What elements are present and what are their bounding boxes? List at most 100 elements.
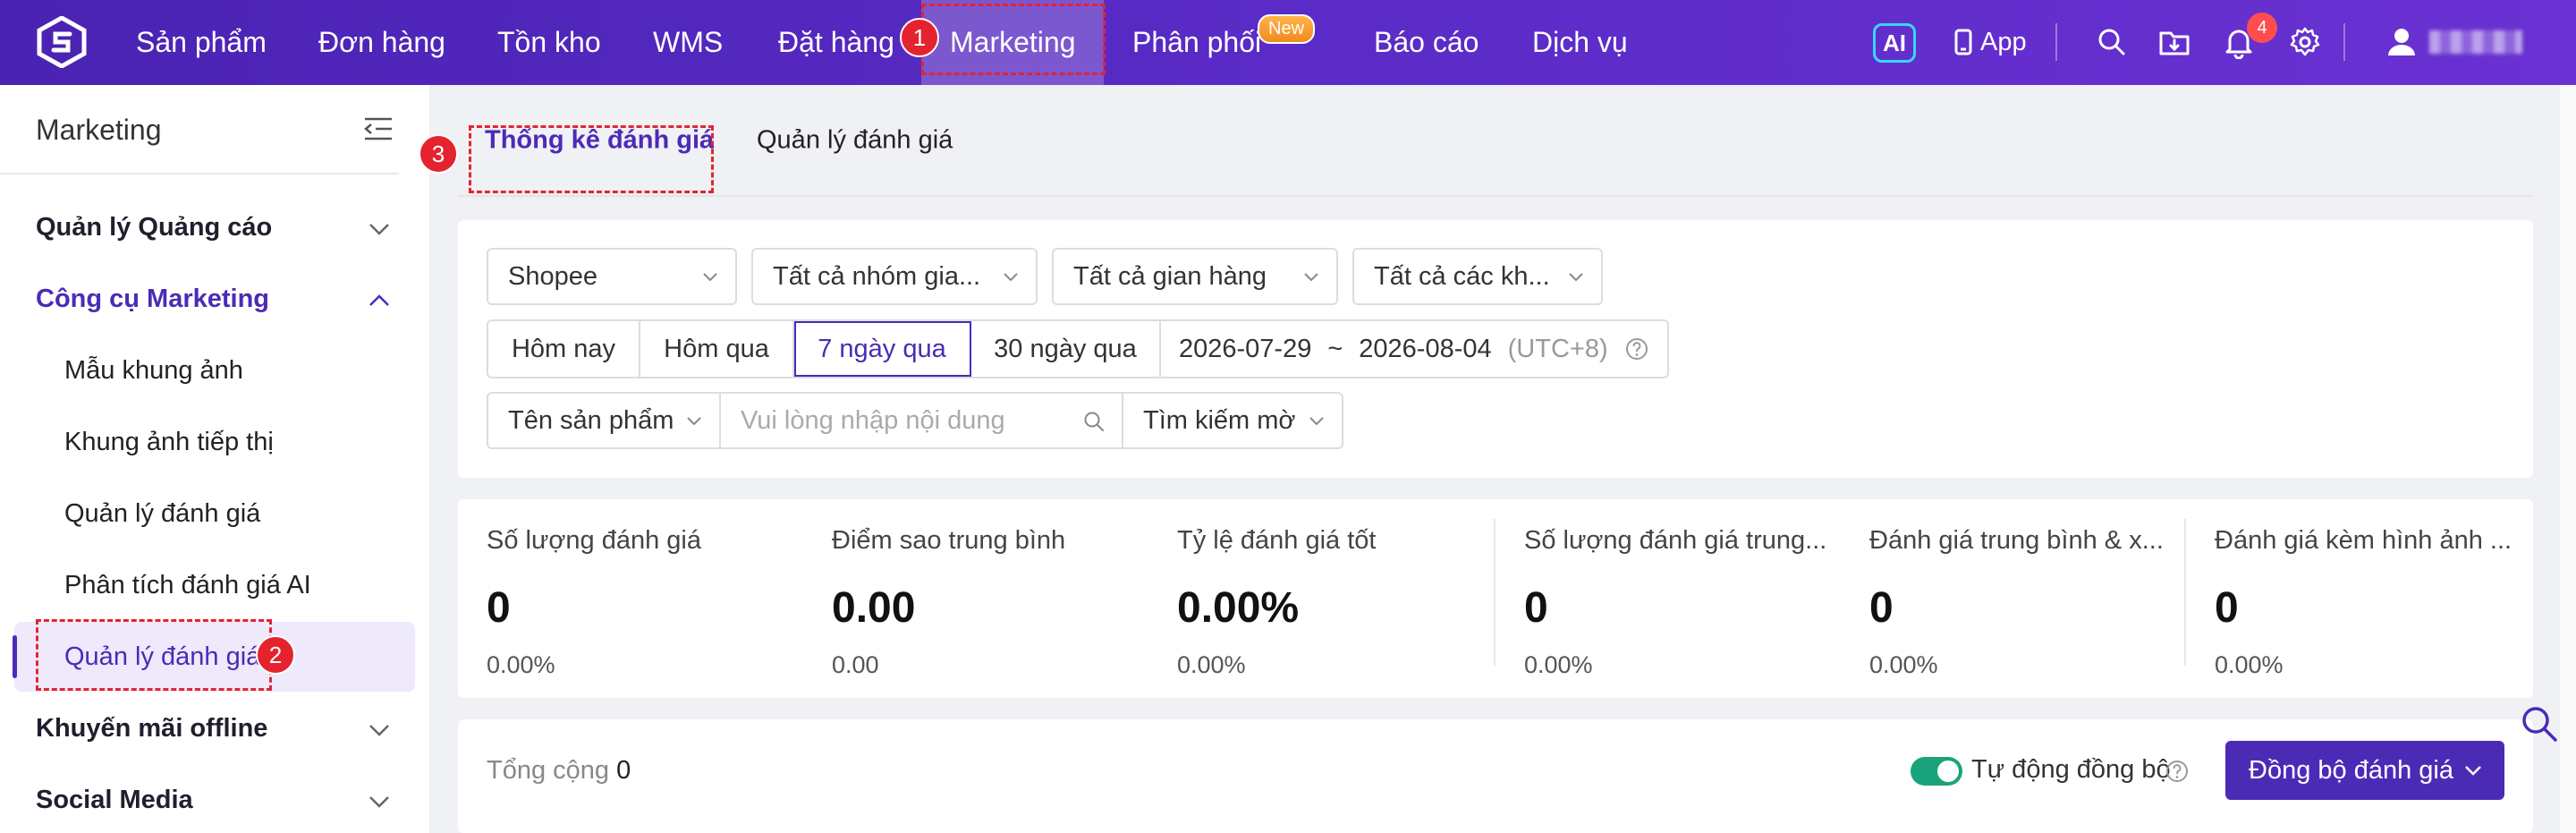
search-icon[interactable] [1082, 410, 1106, 433]
sidebar-item-mau-khung-anh[interactable]: Mẫu khung ảnh [64, 356, 243, 386]
platform-select[interactable]: Shopee [487, 248, 737, 305]
help-circle-icon[interactable] [1624, 336, 1649, 361]
brand-logo-icon[interactable] [36, 16, 88, 68]
mobile-app-icon[interactable] [1946, 25, 1980, 59]
stat-label-avg-stars: Điểm sao trung bình [832, 526, 1066, 555]
total-label: Tổng cộng [487, 756, 610, 785]
user-avatar-icon[interactable] [2385, 25, 2419, 59]
customer-select-value: Tất cả các kh... [1374, 261, 1550, 291]
period-7-days-button[interactable]: 7 ngày qua [794, 321, 971, 377]
search-field-select[interactable]: Tên sản phẩm [487, 392, 721, 449]
stat-label-avg-bad: Đánh giá trung bình & x... [1869, 526, 2164, 555]
divider [2184, 519, 2186, 666]
stat-value-good-rate: 0.00% [1177, 584, 1300, 632]
stat-pct-avg-stars: 0.00 [832, 651, 879, 678]
chevron-down-icon[interactable] [367, 794, 392, 810]
annotation-number-1: 1 [900, 18, 939, 57]
ai-assistant-button[interactable]: AI [1873, 23, 1916, 63]
sidebar-item-phan-tich-danh-gia-ai[interactable]: Phân tích đánh giá AI [64, 571, 311, 600]
annotation-box-1 [921, 4, 1106, 75]
chevron-down-icon [687, 417, 701, 426]
sidebar-group-quang-cao[interactable]: Quản lý Quảng cáo [36, 213, 272, 242]
page-scrollbar[interactable] [2560, 85, 2576, 833]
stat-pct-neutral-count: 0.00% [1524, 651, 1593, 678]
stat-label-with-images: Đánh giá kèm hình ảnh ... [2215, 526, 2512, 555]
app-link[interactable]: App [1980, 0, 2027, 85]
tab-quan-ly-danh-gia[interactable]: Quản lý đánh giá [757, 126, 953, 156]
gear-icon[interactable] [2288, 25, 2322, 59]
folder-download-icon[interactable] [2157, 25, 2191, 59]
sidebar-header: Marketing [0, 85, 429, 174]
nav-item-dich-vu[interactable]: Dịch vụ [1532, 0, 1628, 85]
stat-value-avg-stars: 0.00 [832, 584, 916, 632]
date-end: 2026-08-04 [1359, 334, 1492, 363]
period-yesterday-button[interactable]: Hôm qua [640, 321, 794, 377]
search-mode-select[interactable]: Tìm kiếm mờ [1122, 392, 1343, 449]
chevron-down-icon [1309, 417, 1324, 426]
platform-select-value: Shopee [508, 261, 597, 291]
collapse-sidebar-icon[interactable] [363, 115, 394, 142]
stat-label-neutral-count: Số lượng đánh giá trung... [1524, 526, 1827, 555]
sidebar-group-social-media[interactable]: Social Media [36, 786, 193, 815]
search-input-placeholder: Vui lòng nhập nội dung [741, 405, 1005, 435]
nav-item-don-hang[interactable]: Đơn hàng [318, 0, 445, 85]
review-list-panel [458, 719, 2533, 833]
sync-reviews-button[interactable]: Đồng bộ đánh giá [2225, 741, 2504, 800]
product-group-select-value: Tất cả nhóm gia... [773, 261, 981, 291]
period-30-days-button[interactable]: 30 ngày qua [971, 321, 1161, 377]
nav-item-phan-phoi[interactable]: Phân phối [1132, 0, 1261, 85]
nav-item-wms[interactable]: WMS [653, 0, 723, 85]
chevron-down-icon [1304, 273, 1318, 282]
sidebar-item-khung-anh-tiep-thi[interactable]: Khung ảnh tiếp thị [64, 428, 274, 457]
nav-item-bao-cao[interactable]: Báo cáo [1374, 0, 1479, 85]
chevron-down-icon[interactable] [367, 221, 392, 237]
annotation-number-2: 2 [256, 635, 295, 675]
auto-sync-toggle[interactable] [1911, 757, 1962, 786]
store-select[interactable]: Tất cả gian hàng [1052, 248, 1338, 305]
nav-separator [2055, 23, 2057, 61]
chevron-down-icon [703, 273, 717, 282]
user-name-redacted[interactable] [2429, 30, 2522, 54]
date-range-picker[interactable]: 2026-07-29 ~ 2026-08-04 (UTC+8) [1161, 321, 1667, 377]
search-field-select-value: Tên sản phẩm [508, 405, 674, 435]
chevron-down-icon [2465, 766, 2481, 776]
search-mode-select-value: Tìm kiếm mờ [1143, 405, 1296, 435]
annotation-box-2 [36, 619, 272, 691]
period-selector: Hôm nay Hôm qua 7 ngày qua 30 ngày qua 2… [487, 319, 1669, 378]
tab-bar: Thống kê đánh giá Quản lý đánh giá [458, 85, 2533, 197]
search-input[interactable]: Vui lòng nhập nội dung [719, 392, 1123, 449]
sidebar-active-indicator [13, 635, 17, 678]
store-select-value: Tất cả gian hàng [1073, 261, 1267, 291]
stat-value-avg-bad: 0 [1869, 584, 1894, 632]
stat-label-review-count: Số lượng đánh giá [487, 526, 701, 555]
notification-count-badge: 4 [2247, 13, 2277, 43]
customer-select[interactable]: Tất cả các kh... [1352, 248, 1603, 305]
stat-label-good-rate: Tỷ lệ đánh giá tốt [1177, 526, 1377, 555]
top-navigation: Sản phẩm Đơn hàng Tồn kho WMS Đặt hàng M… [0, 0, 2576, 85]
annotation-box-3 [469, 125, 714, 193]
nav-separator [2343, 23, 2345, 61]
stat-pct-good-rate: 0.00% [1177, 651, 1246, 678]
sidebar-group-cong-cu-marketing[interactable]: Công cụ Marketing [36, 285, 269, 314]
divider [0, 173, 399, 174]
product-group-select[interactable]: Tất cả nhóm gia... [751, 248, 1038, 305]
total-count: Tổng cộng 0 [487, 756, 631, 786]
sidebar-item-quan-ly-danh-gia[interactable]: Quản lý đánh giá [64, 499, 260, 529]
period-today-button[interactable]: Hôm nay [488, 321, 640, 377]
timezone-label: (UTC+8) [1507, 334, 1608, 363]
help-circle-icon[interactable] [2165, 759, 2190, 784]
sidebar-group-khuyen-mai-offline[interactable]: Khuyến mãi offline [36, 714, 267, 744]
search-icon[interactable] [2095, 25, 2129, 59]
nav-item-dat-hang[interactable]: Đặt hàng [778, 0, 894, 85]
auto-sync-label: Tự động đồng bộ [1971, 755, 2171, 784]
stat-value-neutral-count: 0 [1524, 584, 1548, 632]
sidebar-title: Marketing [36, 113, 162, 146]
stat-pct-with-images: 0.00% [2215, 651, 2284, 678]
chevron-up-icon[interactable] [367, 293, 392, 309]
chevron-down-icon[interactable] [367, 722, 392, 738]
stat-value-review-count: 0 [487, 584, 511, 632]
magnifier-icon[interactable] [2519, 703, 2560, 744]
stat-value-with-images: 0 [2215, 584, 2239, 632]
nav-item-san-pham[interactable]: Sản phẩm [136, 0, 267, 85]
nav-item-ton-kho[interactable]: Tồn kho [497, 0, 601, 85]
